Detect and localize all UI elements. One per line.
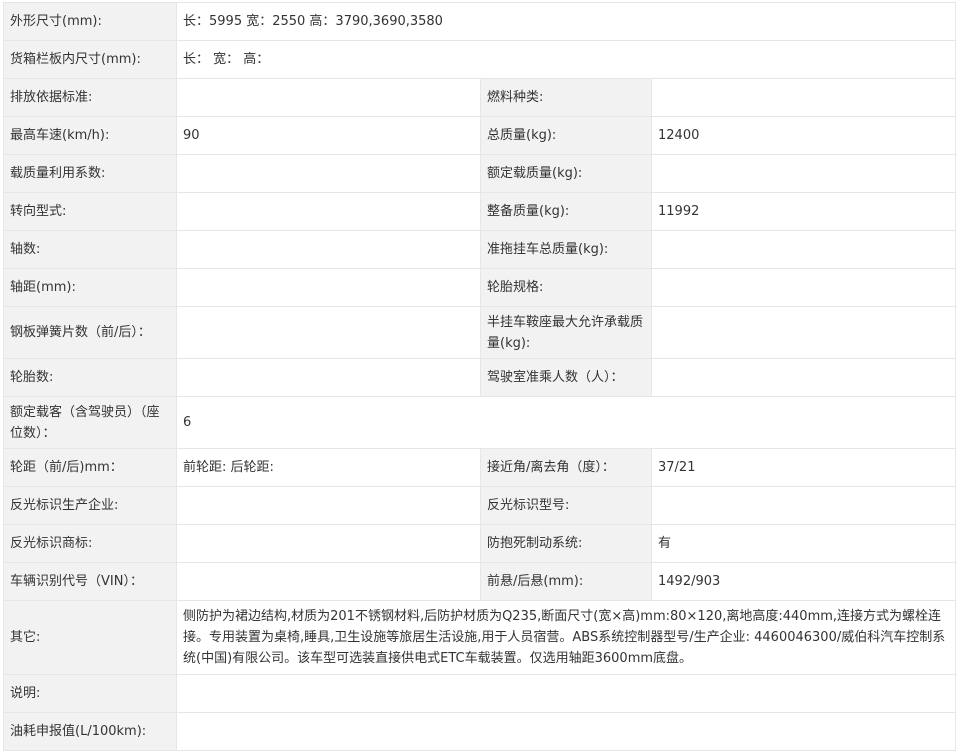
spec-row: 轮距（前/后)mm： 前轮距: 后轮距: 接近角/离去角（度）： 37/21 [3, 448, 956, 487]
spec-row: 外形尺寸(mm): 长：5995 宽：2550 高：3790,3690,3580 [3, 2, 956, 41]
spec-value: 90 [176, 116, 481, 155]
spec-value [176, 486, 481, 525]
spec-row: 反光标识生产企业: 反光标识型号: [3, 486, 956, 525]
spec-label: 轮距（前/后)mm： [3, 448, 177, 487]
spec-label: 排放依据标准: [3, 78, 177, 117]
spec-label: 最高车速(km/h): [3, 116, 177, 155]
spec-label: 接近角/离去角（度）： [480, 448, 652, 487]
spec-row: 轮胎数: 驾驶室准乘人数（人）： [3, 358, 956, 397]
spec-value [651, 486, 956, 525]
spec-value [651, 78, 956, 117]
spec-label: 轴距(mm): [3, 268, 177, 307]
spec-label: 前悬/后悬(mm): [480, 562, 652, 601]
spec-label: 反光标识生产企业: [3, 486, 177, 525]
spec-value: 11992 [651, 192, 956, 231]
spec-value: 前轮距: 后轮距: [176, 448, 481, 487]
spec-label: 轮胎规格: [480, 268, 652, 307]
spec-label: 转向型式: [3, 192, 177, 231]
spec-label: 燃料种类: [480, 78, 652, 117]
spec-label: 反光标识商标: [3, 524, 177, 563]
spec-label: 防抱死制动系统: [480, 524, 652, 563]
spec-value [176, 268, 481, 307]
spec-label: 油耗申报值(L/100km): [3, 712, 177, 751]
spec-row: 其它: 侧防护为裙边结构,材质为201不锈钢材料,后防护材质为Q235,断面尺寸(… [3, 600, 956, 675]
spec-value: 1492/903 [651, 562, 956, 601]
spec-label: 其它: [3, 600, 177, 675]
spec-row: 轴距(mm): 轮胎规格: [3, 268, 956, 307]
spec-label: 额定载质量(kg): [480, 154, 652, 193]
spec-row: 车辆识别代号（VIN）： 前悬/后悬(mm): 1492/903 [3, 562, 956, 601]
spec-label: 反光标识型号: [480, 486, 652, 525]
spec-value: 有 [651, 524, 956, 563]
spec-value [176, 230, 481, 269]
spec-row: 额定载客（含驾驶员）（座位数）： 6 [3, 396, 956, 449]
spec-label: 总质量(kg): [480, 116, 652, 155]
spec-row: 载质量利用系数: 额定载质量(kg): [3, 154, 956, 193]
spec-value: 侧防护为裙边结构,材质为201不锈钢材料,后防护材质为Q235,断面尺寸(宽×高… [176, 600, 956, 675]
spec-value [176, 78, 481, 117]
spec-label: 轴数: [3, 230, 177, 269]
spec-row: 说明: [3, 674, 956, 713]
spec-label: 驾驶室准乘人数（人）： [480, 358, 652, 397]
spec-label: 整备质量(kg): [480, 192, 652, 231]
spec-label: 载质量利用系数: [3, 154, 177, 193]
spec-label: 半挂车鞍座最大允许承载质量(kg): [480, 306, 652, 359]
spec-label: 准拖挂车总质量(kg): [480, 230, 652, 269]
spec-row: 货箱栏板内尺寸(mm): 长： 宽： 高： [3, 40, 956, 79]
spec-label: 额定载客（含驾驶员）（座位数）： [3, 396, 177, 449]
spec-value: 长： 宽： 高： [176, 40, 956, 79]
spec-row: 转向型式: 整备质量(kg): 11992 [3, 192, 956, 231]
spec-value [651, 268, 956, 307]
spec-row: 钢板弹簧片数（前/后）： 半挂车鞍座最大允许承载质量(kg): [3, 306, 956, 359]
spec-label: 钢板弹簧片数（前/后）： [3, 306, 177, 359]
spec-value: 长：5995 宽：2550 高：3790,3690,3580 [176, 2, 956, 41]
spec-row: 最高车速(km/h): 90 总质量(kg): 12400 [3, 116, 956, 155]
spec-row: 油耗申报值(L/100km): [3, 712, 956, 751]
spec-row: 反光标识商标: 防抱死制动系统: 有 [3, 524, 956, 563]
spec-value [176, 524, 481, 563]
spec-value: 37/21 [651, 448, 956, 487]
spec-value [651, 230, 956, 269]
spec-value [176, 306, 481, 359]
spec-value [176, 358, 481, 397]
spec-label: 轮胎数: [3, 358, 177, 397]
spec-value: 12400 [651, 116, 956, 155]
spec-value [651, 154, 956, 193]
spec-value [176, 562, 481, 601]
spec-row: 轴数: 准拖挂车总质量(kg): [3, 230, 956, 269]
spec-value [176, 674, 956, 713]
spec-label: 货箱栏板内尺寸(mm): [3, 40, 177, 79]
spec-value [176, 192, 481, 231]
vehicle-spec-table: 外形尺寸(mm): 长：5995 宽：2550 高：3790,3690,3580 货… [3, 2, 956, 751]
spec-value [651, 306, 956, 359]
spec-value [176, 154, 481, 193]
spec-value [176, 712, 956, 751]
spec-label: 外形尺寸(mm): [3, 2, 177, 41]
spec-label: 车辆识别代号（VIN）： [3, 562, 177, 601]
spec-label: 说明: [3, 674, 177, 713]
spec-value: 6 [176, 396, 956, 449]
spec-value [651, 358, 956, 397]
spec-row: 排放依据标准: 燃料种类: [3, 78, 956, 117]
